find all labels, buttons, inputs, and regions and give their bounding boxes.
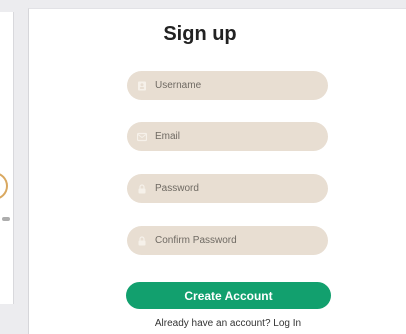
password-field[interactable]: Password xyxy=(127,174,328,203)
username-field[interactable]: Username xyxy=(127,71,328,100)
left-panel-ring xyxy=(0,172,8,200)
left-panel-text-fragment xyxy=(2,217,10,221)
password-placeholder: Password xyxy=(155,183,199,194)
email-placeholder: Email xyxy=(155,131,181,142)
user-icon xyxy=(137,81,147,91)
left-panel xyxy=(0,12,14,304)
confirm-password-field[interactable]: Confirm Password xyxy=(127,226,328,255)
confirm-password-placeholder: Confirm Password xyxy=(155,235,237,246)
page-title: Sign up xyxy=(163,23,237,45)
create-account-button[interactable]: Create Account xyxy=(126,282,331,309)
email-field[interactable]: Email xyxy=(127,122,328,151)
login-prompt: Already have an account? Log In xyxy=(0,318,406,329)
lock-icon xyxy=(137,183,147,194)
lock-icon xyxy=(137,235,147,246)
login-prompt-text: Already have an account? xyxy=(154,318,274,329)
login-link[interactable]: Log In xyxy=(273,318,301,329)
mail-icon xyxy=(137,132,147,142)
username-placeholder: Username xyxy=(155,80,202,91)
